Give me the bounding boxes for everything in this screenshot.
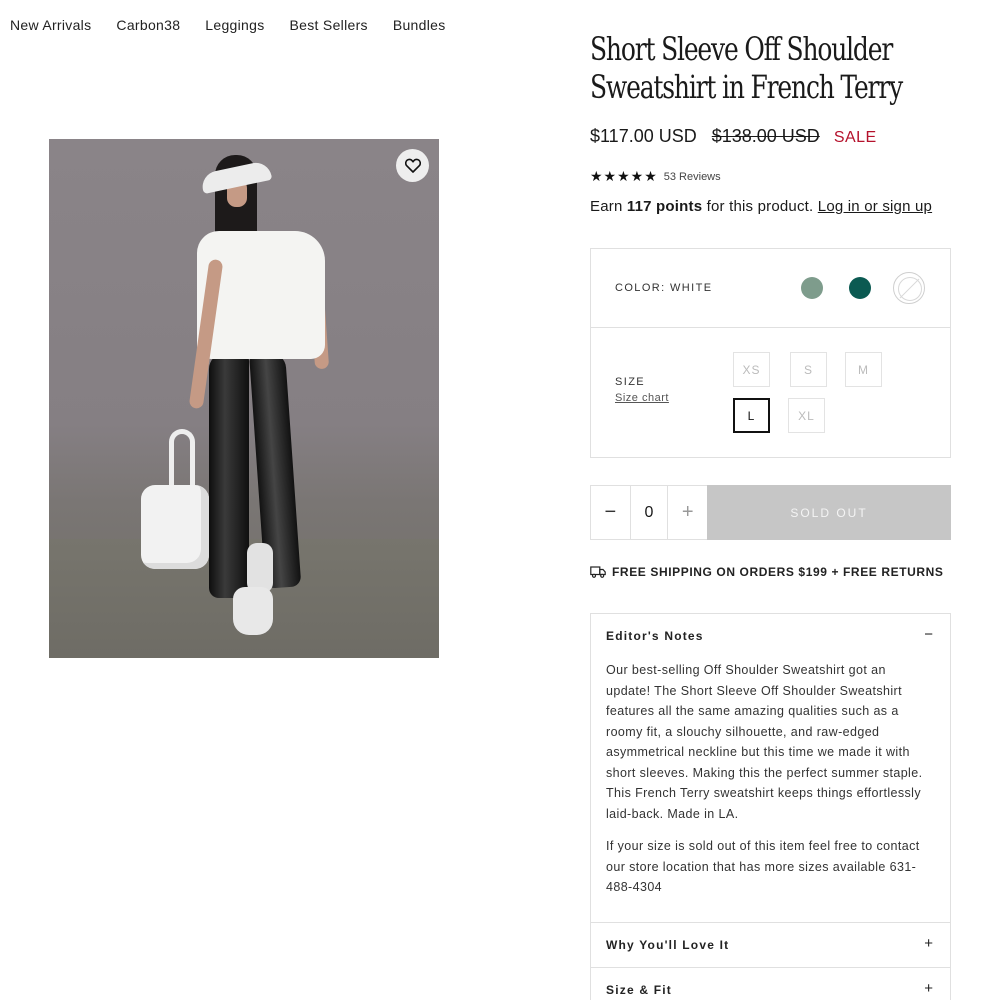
sneaker-left bbox=[233, 587, 273, 635]
top-nav: New Arrivals Carbon38 Leggings Best Sell… bbox=[10, 17, 471, 33]
size-fit-section[interactable]: Size & Fit + bbox=[590, 967, 951, 1000]
why-love-it-title[interactable]: Why You'll Love It bbox=[606, 938, 729, 952]
points-prefix: Earn bbox=[590, 198, 623, 215]
size-option-xs[interactable]: XS bbox=[733, 352, 770, 387]
loyalty-points: Earn 117 points for this product. Log in… bbox=[590, 198, 932, 215]
bag-strap bbox=[169, 429, 195, 493]
size-chart-link[interactable]: Size chart bbox=[615, 392, 669, 404]
product-title-line1: Short Sleeve Off Shoulder bbox=[590, 36, 893, 68]
sale-price: $117.00 USD bbox=[590, 126, 697, 146]
product-title-line2: Sweatshirt in French Terry bbox=[590, 68, 903, 106]
price-row: $117.00 USD $138.00 USD SALE bbox=[590, 126, 877, 147]
why-love-it-section[interactable]: Why You'll Love It + bbox=[590, 922, 951, 968]
color-selector: COLOR: WHITE bbox=[590, 248, 951, 328]
model-leg-left bbox=[209, 353, 249, 598]
size-option-l[interactable]: L bbox=[733, 398, 770, 433]
quantity-increase-button[interactable]: + bbox=[668, 486, 707, 539]
sold-out-button[interactable]: SOLD OUT bbox=[707, 485, 951, 540]
star-rating-icon: ★★★★★ bbox=[590, 168, 658, 184]
rating-row[interactable]: ★★★★★ 53 Reviews bbox=[590, 168, 721, 185]
editors-notes-contact: If your size is sold out of this item fe… bbox=[606, 839, 920, 894]
product-image[interactable] bbox=[49, 139, 439, 658]
collapse-icon[interactable]: − bbox=[924, 626, 933, 643]
size-option-xl[interactable]: XL bbox=[788, 398, 825, 433]
quantity-stepper: − 0 + bbox=[590, 485, 708, 540]
expand-icon[interactable]: + bbox=[924, 935, 933, 952]
size-fit-title[interactable]: Size & Fit bbox=[606, 983, 672, 997]
points-suffix: for this product. bbox=[706, 198, 814, 215]
editors-notes-body: Our best-selling Off Shoulder Sweatshirt… bbox=[606, 660, 926, 910]
sneaker-right bbox=[247, 543, 273, 593]
size-selector: SIZE Size chart XS S M L XL bbox=[590, 327, 951, 458]
color-swatch-sage[interactable] bbox=[801, 277, 823, 299]
editors-notes-title[interactable]: Editor's Notes bbox=[606, 629, 704, 643]
shipping-text: FREE SHIPPING ON ORDERS $199 + FREE RETU… bbox=[612, 565, 944, 579]
color-swatch-white[interactable] bbox=[893, 272, 925, 304]
wishlist-button[interactable] bbox=[396, 149, 429, 182]
size-option-s[interactable]: S bbox=[790, 352, 827, 387]
shipping-banner: FREE SHIPPING ON ORDERS $199 + FREE RETU… bbox=[590, 565, 944, 579]
heart-icon bbox=[404, 158, 421, 173]
color-swatch-teal[interactable] bbox=[849, 277, 871, 299]
nav-best-sellers[interactable]: Best Sellers bbox=[290, 17, 368, 33]
compare-price: $138.00 USD bbox=[711, 126, 820, 146]
nav-new-arrivals[interactable]: New Arrivals bbox=[10, 17, 91, 33]
quantity-input[interactable]: 0 bbox=[629, 486, 669, 539]
nav-carbon38[interactable]: Carbon38 bbox=[116, 17, 180, 33]
nav-bundles[interactable]: Bundles bbox=[393, 17, 446, 33]
quantity-decrease-button[interactable]: − bbox=[591, 486, 630, 539]
review-count[interactable]: 53 Reviews bbox=[664, 171, 721, 183]
points-value: 117 points bbox=[626, 198, 703, 215]
truck-icon bbox=[590, 566, 606, 578]
nav-leggings[interactable]: Leggings bbox=[205, 17, 264, 33]
editors-notes-section: Editor's Notes − Our best-selling Off Sh… bbox=[590, 613, 951, 923]
size-label: SIZE bbox=[615, 376, 646, 388]
expand-icon[interactable]: + bbox=[924, 980, 933, 997]
size-option-m[interactable]: M bbox=[845, 352, 882, 387]
login-link[interactable]: Log in or sign up bbox=[818, 198, 932, 215]
tote-bag bbox=[141, 485, 209, 569]
product-title: Short Sleeve Off Shoulder Sweatshirt in … bbox=[590, 36, 1000, 114]
sale-badge: SALE bbox=[833, 129, 877, 146]
color-label: COLOR: WHITE bbox=[615, 282, 713, 294]
editors-notes-paragraph: Our best-selling Off Shoulder Sweatshirt… bbox=[606, 663, 923, 821]
